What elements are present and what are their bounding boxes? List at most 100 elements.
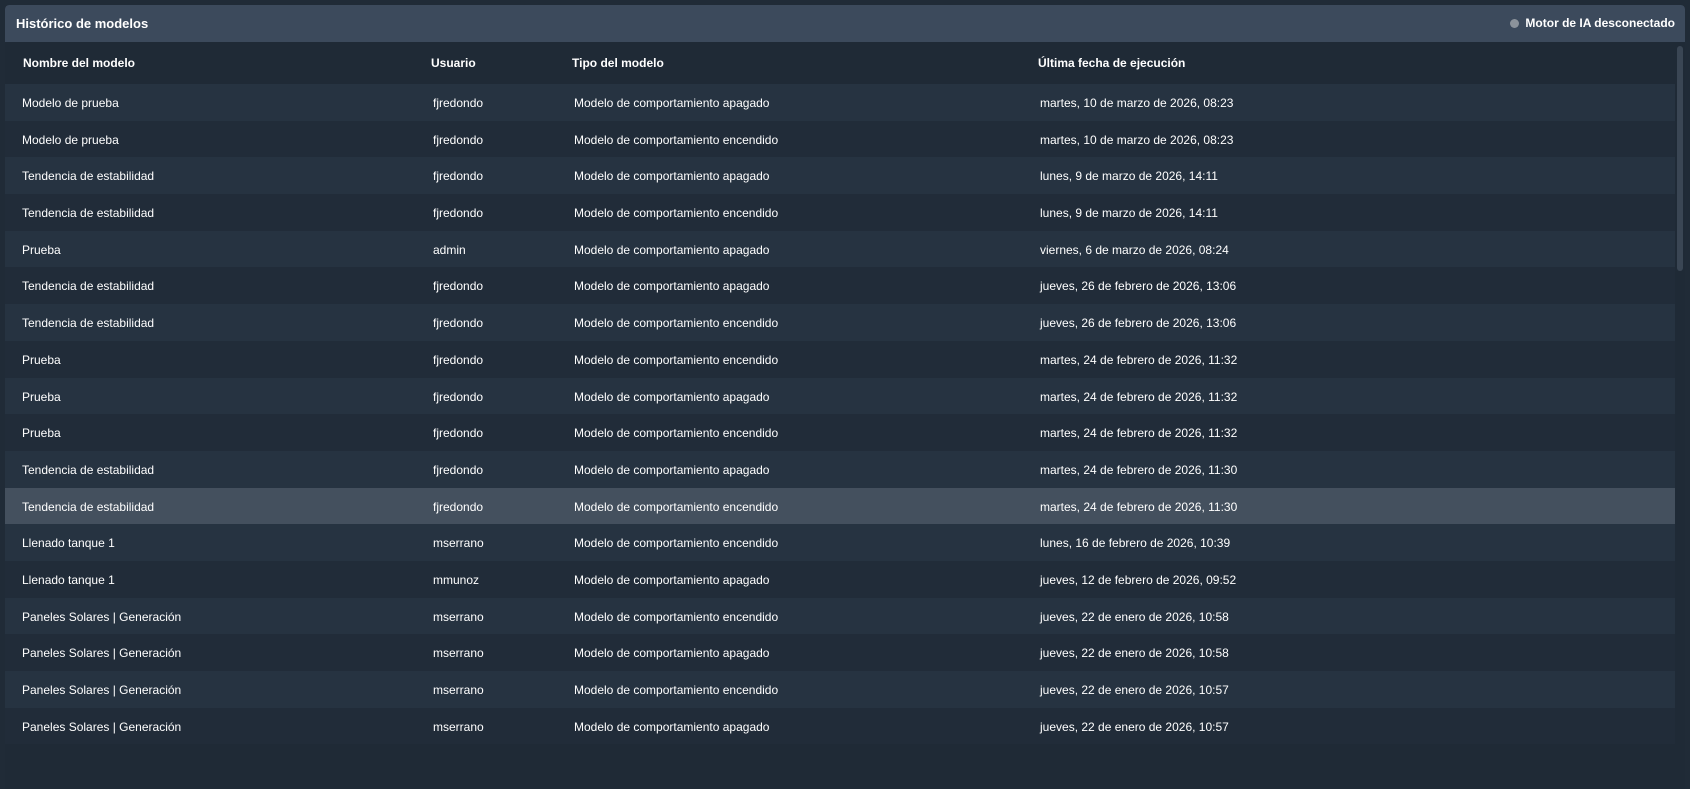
- cell-user: fjredondo: [433, 169, 484, 184]
- table-row[interactable]: Paneles Solares | Generación mserrano Mode…: [5, 707, 1675, 745]
- cell-user: fjredondo: [433, 499, 484, 514]
- cell-user: fjredondo: [433, 279, 484, 294]
- cell-last-run-date: jueves, 22 de enero de 2026, 10:58: [1040, 609, 1229, 624]
- cell-model-name: Tendencia de estabilidad: [22, 279, 155, 294]
- cell-last-run-date: lunes, 9 de marzo de 2026, 14:11: [1040, 206, 1218, 221]
- cell-model-name: Paneles Solares | Generación: [22, 719, 182, 734]
- table-row[interactable]: Tendencia de estabilidad fjredondo Modelo …: [5, 450, 1675, 488]
- table-row[interactable]: Prueba fjredondo Modelo de comportamiento …: [5, 377, 1675, 415]
- table-row[interactable]: Paneles Solares | Generación mserrano Mode…: [5, 671, 1675, 708]
- column-header-last-run-date[interactable]: Última fecha de ejecución: [1038, 56, 1185, 70]
- cell-user: mserrano: [433, 683, 484, 697]
- cell-model-type: Modelo de comportamiento apagado: [574, 279, 770, 294]
- vertical-scrollbar[interactable]: [1675, 42, 1685, 789]
- table-row[interactable]: Modelo de prueba fjredondo Modelo de compo…: [5, 84, 1675, 121]
- cell-model-name: Llenado tanque 1: [22, 572, 115, 587]
- table-row[interactable]: Modelo de prueba fjredondo Modelo de compo…: [5, 120, 1675, 158]
- status-text: Motor de IA desconectado: [1525, 16, 1675, 30]
- cell-last-run-date: lunes, 16 de febrero de 2026, 10:39: [1040, 536, 1231, 551]
- cell-model-type: Modelo de comportamiento encendido: [574, 426, 779, 441]
- ai-engine-status: Motor de IA desconectado: [1510, 16, 1675, 30]
- cell-user: fjredondo: [433, 389, 484, 404]
- table-row[interactable]: Tendencia de estabilidad fjredondo Modelo …: [5, 267, 1675, 305]
- cell-model-name: Modelo de prueba: [22, 96, 119, 110]
- cell-last-run-date: martes, 24 de febrero de 2026, 11:32: [1040, 426, 1238, 441]
- cell-user: mmunoz: [433, 572, 480, 587]
- column-header-model-name[interactable]: Nombre del modelo: [23, 56, 135, 70]
- cell-last-run-date: martes, 24 de febrero de 2026, 11:32: [1040, 389, 1238, 404]
- cell-model-type: Modelo de comportamiento encendido: [574, 499, 779, 514]
- cell-last-run-date: martes, 24 de febrero de 2026, 11:30: [1040, 462, 1238, 477]
- cell-user: fjredondo: [433, 132, 484, 147]
- table-row[interactable]: Prueba fjredondo Modelo de comportamiento …: [5, 340, 1675, 378]
- model-history-panel: Histórico de modelos Motor de IA descone…: [5, 5, 1685, 789]
- cell-model-name: Llenado tanque 1: [22, 536, 115, 551]
- cell-model-type: Modelo de comportamiento apagado: [574, 389, 770, 404]
- table-row[interactable]: Tendencia de estabilidad fjredondo Modelo …: [5, 157, 1675, 195]
- table-row[interactable]: Llenado tanque 1 mmunoz Modelo de comporta…: [5, 560, 1675, 598]
- cell-model-type: Modelo de comportamiento apagado: [574, 719, 770, 734]
- cell-user: mserrano: [433, 609, 484, 624]
- table-row[interactable]: Prueba fjredondo Modelo de comportamiento …: [5, 414, 1675, 451]
- cell-last-run-date: martes, 10 de marzo de 2026, 08:23: [1040, 132, 1234, 147]
- cell-model-name: Tendencia de estabilidad: [22, 462, 155, 477]
- cell-last-run-date: jueves, 12 de febrero de 2026, 09:52: [1040, 572, 1237, 587]
- cell-model-type: Modelo de comportamiento encendido: [574, 206, 779, 221]
- cell-model-type: Modelo de comportamiento encendido: [574, 536, 779, 551]
- cell-last-run-date: martes, 24 de febrero de 2026, 11:30: [1040, 499, 1238, 514]
- cell-user: fjredondo: [433, 352, 484, 367]
- model-history-table: Nombre del modelo Usuario Tipo del model…: [5, 42, 1675, 789]
- table-row[interactable]: Paneles Solares | Generación mserrano Mode…: [5, 597, 1675, 635]
- cell-model-type: Modelo de comportamiento apagado: [574, 572, 770, 587]
- cell-last-run-date: jueves, 22 de enero de 2026, 10:57: [1040, 719, 1229, 734]
- cell-model-name: Tendencia de estabilidad: [22, 206, 155, 221]
- cell-model-name: Prueba: [22, 242, 61, 257]
- cell-model-type: Modelo de comportamiento apagado: [574, 646, 770, 661]
- cell-model-name: Paneles Solares | Generación: [22, 683, 182, 697]
- cell-model-name: Modelo de prueba: [22, 132, 119, 147]
- table-row[interactable]: Tendencia de estabilidad fjredondo Modelo …: [5, 487, 1675, 525]
- cell-model-type: Modelo de comportamiento encendido: [574, 609, 779, 624]
- cell-last-run-date: viernes, 6 de marzo de 2026, 08:24: [1040, 242, 1229, 257]
- table-row[interactable]: Llenado tanque 1 mserrano Modelo de compor…: [5, 524, 1675, 561]
- cell-model-type: Modelo de comportamiento encendido: [574, 352, 779, 367]
- cell-user: fjredondo: [433, 426, 484, 441]
- cell-last-run-date: martes, 10 de marzo de 2026, 08:23: [1040, 96, 1234, 110]
- table-row[interactable]: Tendencia de estabilidad fjredondo Modelo …: [5, 304, 1675, 341]
- cell-user: fjredondo: [433, 206, 484, 221]
- cell-last-run-date: martes, 24 de febrero de 2026, 11:32: [1040, 352, 1238, 367]
- cell-model-name: Tendencia de estabilidad: [22, 316, 155, 331]
- scrollbar-thumb[interactable]: [1677, 46, 1683, 271]
- table-row[interactable]: Prueba admin Modelo de comportamiento apag…: [5, 230, 1675, 268]
- cell-user: mserrano: [433, 646, 484, 661]
- cell-model-type: Modelo de comportamiento apagado: [574, 96, 770, 110]
- cell-user: mserrano: [433, 719, 484, 734]
- cell-last-run-date: jueves, 26 de febrero de 2026, 13:06: [1040, 316, 1237, 331]
- table-row[interactable]: Tendencia de estabilidad fjredondo Modelo …: [5, 194, 1675, 231]
- cell-model-name: Prueba: [22, 426, 61, 441]
- panel-header: Histórico de modelos Motor de IA descone…: [5, 5, 1685, 42]
- cell-model-type: Modelo de comportamiento encendido: [574, 683, 779, 697]
- column-header-model-type[interactable]: Tipo del modelo: [572, 56, 664, 70]
- table-body: Modelo de prueba fjredondo Modelo de compo…: [5, 84, 1675, 745]
- cell-model-type: Modelo de comportamiento encendido: [574, 316, 779, 331]
- cell-last-run-date: jueves, 22 de enero de 2026, 10:58: [1040, 646, 1229, 661]
- cell-last-run-date: jueves, 26 de febrero de 2026, 13:06: [1040, 279, 1237, 294]
- status-dot-icon: [1510, 18, 1520, 28]
- cell-user: fjredondo: [433, 462, 484, 477]
- cell-last-run-date: lunes, 9 de marzo de 2026, 14:11: [1040, 169, 1218, 184]
- cell-model-name: Tendencia de estabilidad: [22, 499, 155, 514]
- table-header: Nombre del modelo Usuario Tipo del model…: [5, 42, 1675, 84]
- cell-model-name: Tendencia de estabilidad: [22, 169, 155, 184]
- cell-model-name: Prueba: [22, 389, 61, 404]
- cell-user: fjredondo: [433, 316, 484, 331]
- cell-model-type: Modelo de comportamiento apagado: [574, 462, 770, 477]
- panel-title: Histórico de modelos: [16, 16, 149, 31]
- cell-last-run-date: jueves, 22 de enero de 2026, 10:57: [1040, 683, 1229, 697]
- table-row[interactable]: Paneles Solares | Generación mserrano Mode…: [5, 634, 1675, 671]
- cell-model-type: Modelo de comportamiento apagado: [574, 169, 770, 184]
- cell-user: mserrano: [433, 536, 484, 551]
- cell-user: admin: [433, 242, 466, 257]
- column-header-user[interactable]: Usuario: [431, 56, 476, 70]
- cell-model-name: Paneles Solares | Generación: [22, 646, 182, 661]
